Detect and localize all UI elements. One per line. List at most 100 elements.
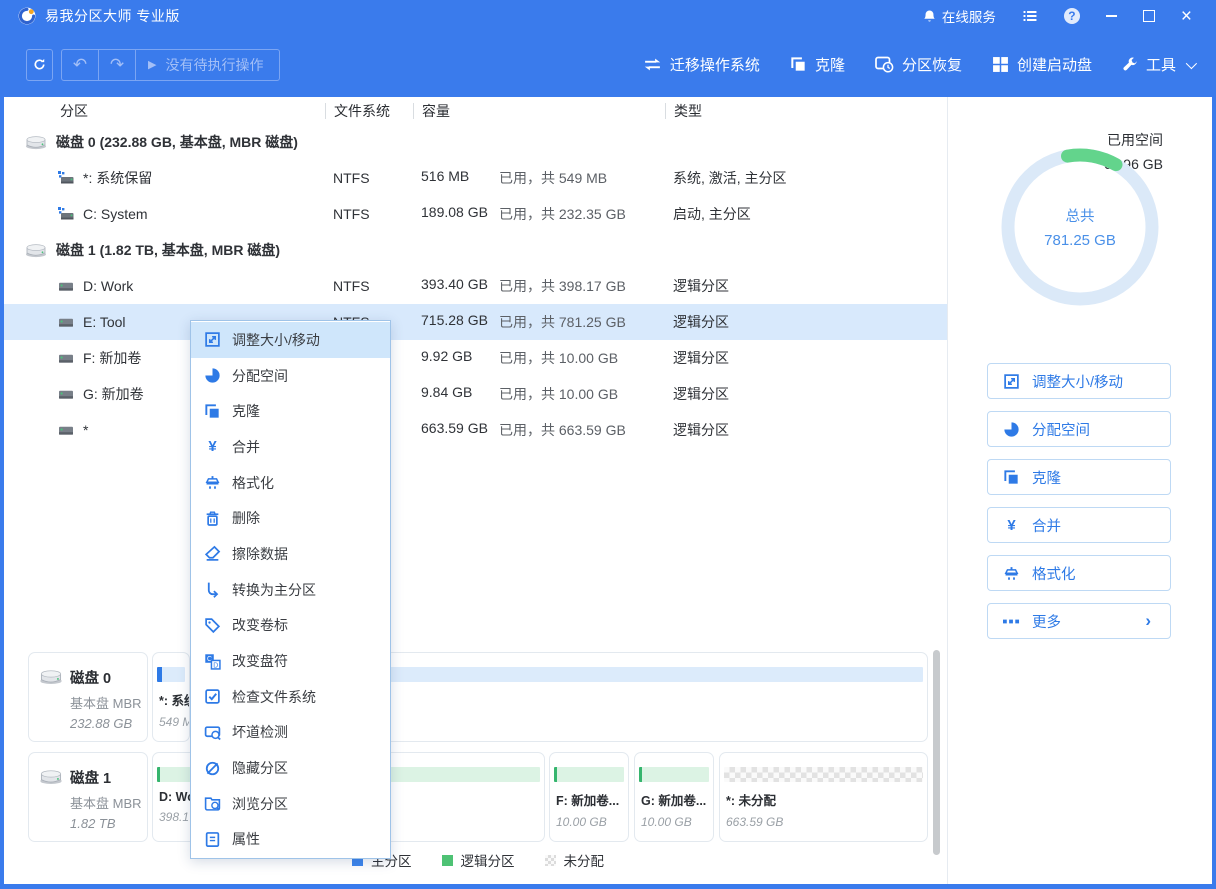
execute-operations-button[interactable]: ▶ 没有待执行操作 (136, 50, 279, 80)
menu-label: 改变盘符 (232, 651, 288, 671)
header-type[interactable]: 类型 (665, 103, 947, 119)
fs-cell: NTFS (325, 278, 413, 294)
convert-to-primary-icon (204, 581, 221, 598)
header-partition[interactable]: 分区 (25, 103, 325, 119)
diskmap-partition-unallocated[interactable]: *: 未分配 663.59 GB (719, 752, 928, 842)
menu-item-convert-to-primary[interactable]: 转换为主分区 (191, 572, 390, 608)
table-row-unallocated[interactable]: * 663.59 GB已用，共 663.59 GB 逻辑分区 (4, 412, 947, 448)
vertical-scrollbar[interactable] (933, 650, 940, 855)
table-row-e-tool[interactable]: E: Tool NTFS 715.28 GB已用，共 781.25 GB 逻辑分… (4, 304, 947, 340)
close-button[interactable]: × (1181, 7, 1192, 26)
partition-icon (58, 279, 74, 293)
menu-item-wipe-data[interactable]: 擦除数据 (191, 536, 390, 572)
menu-label: 隐藏分区 (232, 758, 288, 778)
menu-item-change-label[interactable]: 改变卷标 (191, 608, 390, 644)
redo-button[interactable]: ↷ (99, 50, 135, 80)
table-row-f-volume[interactable]: F: 新加卷 9.92 GB已用，共 10.00 GB 逻辑分区 (4, 340, 947, 376)
partition-name: E: Tool (83, 314, 126, 330)
hdd-icon (25, 135, 47, 150)
menu-item-change-drive-letter[interactable]: CD改变盘符 (191, 643, 390, 679)
partition-label: *: 未分配 (726, 790, 927, 809)
menu-item-merge[interactable]: ¥合并 (191, 429, 390, 465)
table-row-c-system[interactable]: C: System NTFS 189.08 GB已用，共 232.35 GB 启… (4, 196, 947, 232)
table-row-d-work[interactable]: D: Work NTFS 393.40 GB已用，共 398.17 GB 逻辑分… (4, 268, 947, 304)
partition-recovery-button[interactable]: 分区恢复 (875, 54, 962, 75)
merge-icon: ¥ (204, 438, 221, 455)
header-capacity[interactable]: 容量 (413, 103, 665, 119)
menu-label: 调整大小/移动 (232, 330, 320, 350)
unallocated-swatch (545, 855, 556, 866)
migrate-os-button[interactable]: 迁移操作系统 (643, 54, 760, 75)
minimize-button[interactable] (1106, 15, 1117, 17)
partition-size: 10.00 GB (556, 815, 628, 829)
undo-button[interactable]: ↶ (62, 50, 98, 80)
header-filesystem[interactable]: 文件系统 (325, 103, 413, 119)
boot-disk-button[interactable]: 创建启动盘 (992, 54, 1092, 75)
sidebar-merge-button[interactable]: ¥ 合并 (987, 507, 1171, 543)
sidebar-format-button[interactable]: 格式化 (987, 555, 1171, 591)
type-cell: 逻辑分区 (665, 348, 947, 368)
main-content: 分区 文件系统 容量 类型 磁盘 0 (232.88 GB, 基本盘, MBR … (4, 97, 947, 884)
legend-label: 逻辑分区 (461, 850, 515, 870)
menu-item-surface-test[interactable]: 坏道检测 (191, 715, 390, 751)
capacity-cell: 393.40 GB已用，共 398.17 GB (413, 276, 665, 296)
capacity-cell: 189.08 GB已用，共 232.35 GB (413, 204, 665, 224)
pending-operations-group: ↶ ↷ ▶ 没有待执行操作 (61, 49, 280, 81)
fs-cell: NTFS (325, 170, 413, 186)
window-border (0, 0, 4, 889)
disk-name: 磁盘 0 (70, 667, 142, 688)
menu-item-format[interactable]: 格式化 (191, 465, 390, 501)
capacity-cell: 663.59 GB已用，共 663.59 GB (413, 420, 665, 440)
menu-item-allocate-space[interactable]: 分配空间 (191, 358, 390, 394)
capacity-cell: 516 MB已用，共 549 MB (413, 168, 665, 188)
diskmap-partition-g-volume[interactable]: G: 新加卷... 10.00 GB (634, 752, 714, 842)
partition-icon (58, 387, 74, 401)
diskmap-partition-f-volume[interactable]: F: 新加卷... 10.00 GB (549, 752, 629, 842)
menu-item-check-filesystem[interactable]: 检查文件系统 (191, 679, 390, 715)
capacity-cell: 9.92 GB已用，共 10.00 GB (413, 348, 665, 368)
disk-name: 磁盘 1 (1.82 TB, 基本盘, MBR 磁盘) (56, 240, 280, 260)
delete-icon (204, 510, 221, 527)
explore-partition-icon (204, 795, 221, 812)
menu-item-properties[interactable]: 属性 (191, 822, 390, 858)
menu-label: 改变卷标 (232, 615, 288, 635)
menu-item-delete[interactable]: 删除 (191, 500, 390, 536)
operation-list-button[interactable] (1022, 8, 1038, 24)
hdd-icon (39, 769, 63, 785)
disk-bus: 基本盘 MBR (70, 793, 142, 812)
partition-size: 10.00 GB (641, 815, 713, 829)
sidebar-resize-move-button[interactable]: 调整大小/移动 (987, 363, 1171, 399)
merge-icon: ¥ (1003, 517, 1020, 534)
partition-icon (58, 315, 74, 329)
sidebar-more-button[interactable]: 更多 › (987, 603, 1171, 639)
maximize-button[interactable] (1143, 10, 1155, 22)
menu-item-explore-partition[interactable]: 浏览分区 (191, 786, 390, 822)
diskmap-partition-system-reserved[interactable]: *: 系统保留 549 MB (152, 652, 190, 742)
action-label: 工具 (1146, 54, 1176, 75)
menu-item-hide-partition[interactable]: 隐藏分区 (191, 750, 390, 786)
sidebar-clone-button[interactable]: 克隆 (987, 459, 1171, 495)
button-label: 调整大小/移动 (1032, 371, 1123, 392)
migrate-os-icon (643, 57, 662, 72)
refresh-button[interactable] (26, 49, 53, 81)
table-row-g-volume[interactable]: G: 新加卷 9.84 GB已用，共 10.00 GB 逻辑分区 (4, 376, 947, 412)
help-button[interactable]: ? (1064, 8, 1080, 24)
sidebar-allocate-space-button[interactable]: 分配空间 (987, 411, 1171, 447)
allocate-space-icon (204, 367, 221, 384)
table-row-disk0[interactable]: 磁盘 0 (232.88 GB, 基本盘, MBR 磁盘) (4, 124, 947, 160)
svg-text:D: D (213, 662, 218, 669)
menu-item-resize-move[interactable]: 调整大小/移动 (191, 322, 390, 358)
refresh-icon (33, 57, 46, 72)
close-icon: × (1181, 7, 1192, 26)
button-label: 格式化 (1032, 563, 1076, 584)
tools-button[interactable]: 工具 (1122, 54, 1194, 75)
maximize-icon (1143, 10, 1155, 22)
table-row-disk1[interactable]: 磁盘 1 (1.82 TB, 基本盘, MBR 磁盘) (4, 232, 947, 268)
online-service-button[interactable]: 在线服务 (922, 6, 996, 26)
clone-button[interactable]: 克隆 (790, 54, 845, 75)
table-row-system-reserved[interactable]: *: 系统保留 NTFS 516 MB已用，共 549 MB 系统, 激活, 主… (4, 160, 947, 196)
menu-label: 检查文件系统 (232, 687, 316, 707)
menu-item-clone[interactable]: 克隆 (191, 393, 390, 429)
chevron-down-icon (1186, 57, 1197, 68)
disk1-info-card: 磁盘 1 基本盘 MBR 1.82 TB (28, 752, 148, 842)
